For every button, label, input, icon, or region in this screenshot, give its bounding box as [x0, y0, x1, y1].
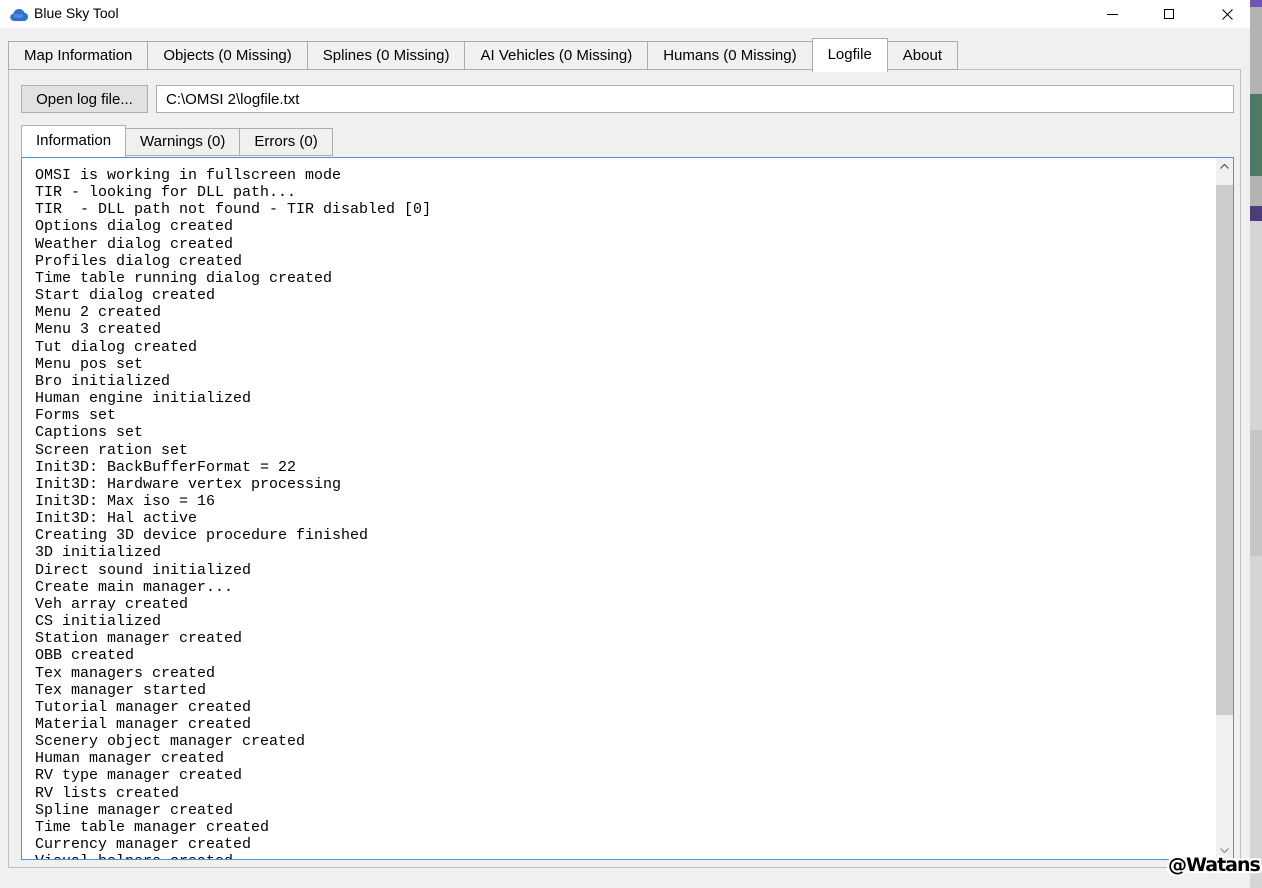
log-line: Screen ration set — [35, 442, 1211, 459]
log-path-input[interactable] — [156, 85, 1234, 113]
log-line: Forms set — [35, 407, 1211, 424]
chevron-down-icon — [1220, 848, 1229, 853]
log-line: Spline manager created — [35, 802, 1211, 819]
maximize-icon — [1164, 9, 1174, 19]
log-line: Init3D: BackBufferFormat = 22 — [35, 459, 1211, 476]
log-line: TIR - looking for DLL path... — [35, 184, 1211, 201]
tab-map-information[interactable]: Map Information — [8, 41, 148, 70]
log-lines: OMSI is working in fullscreen modeTIR - … — [22, 158, 1215, 859]
subtab-warnings[interactable]: Warnings (0) — [125, 128, 240, 156]
close-button[interactable] — [1210, 0, 1244, 28]
log-line: Init3D: Hal active — [35, 510, 1211, 527]
watermark: @Watans — [1168, 854, 1260, 876]
log-line: OMSI is working in fullscreen mode — [35, 167, 1211, 184]
log-line: Menu 3 created — [35, 321, 1211, 338]
log-line: Init3D: Hardware vertex processing — [35, 476, 1211, 493]
log-line: OBB created — [35, 647, 1211, 664]
log-line: Tex manager started — [35, 682, 1211, 699]
edge-gray-2 — [1250, 176, 1262, 206]
log-line: RV type manager created — [35, 767, 1211, 784]
edge-green — [1250, 94, 1262, 176]
tab-splines[interactable]: Splines (0 Missing) — [307, 41, 466, 70]
log-line: Create main manager... — [35, 579, 1211, 596]
log-line: Currency manager created — [35, 836, 1211, 853]
log-line: Profiles dialog created — [35, 253, 1211, 270]
log-line: Tutorial manager created — [35, 699, 1211, 716]
log-line: RV lists created — [35, 785, 1211, 802]
open-log-file-button[interactable]: Open log file... — [21, 85, 148, 113]
log-line: Station manager created — [35, 630, 1211, 647]
log-line: Creating 3D device procedure finished — [35, 527, 1211, 544]
log-line: Veh array created — [35, 596, 1211, 613]
scroll-up-button[interactable] — [1216, 158, 1233, 175]
log-line: Visual helpers created — [35, 853, 1211, 859]
log-line: Menu 2 created — [35, 304, 1211, 321]
log-line: Start dialog created — [35, 287, 1211, 304]
tab-objects[interactable]: Objects (0 Missing) — [147, 41, 307, 70]
title-bar[interactable]: Blue Sky Tool — [0, 0, 1250, 28]
close-icon — [1222, 9, 1233, 20]
log-line: Tut dialog created — [35, 339, 1211, 356]
log-line: Tex managers created — [35, 665, 1211, 682]
maximize-button[interactable] — [1152, 0, 1186, 28]
log-line: Human manager created — [35, 750, 1211, 767]
log-line: 3D initialized — [35, 544, 1211, 561]
log-line: Direct sound initialized — [35, 562, 1211, 579]
log-line: Time table manager created — [35, 819, 1211, 836]
window-title: Blue Sky Tool — [34, 5, 119, 21]
subtab-errors[interactable]: Errors (0) — [239, 128, 332, 156]
log-line: TIR - DLL path not found - TIR disabled … — [35, 201, 1211, 218]
tab-ai-vehicles[interactable]: AI Vehicles (0 Missing) — [464, 41, 648, 70]
log-line: Time table running dialog created — [35, 270, 1211, 287]
log-subtab-bar: Information Warnings (0) Errors (0) — [21, 125, 333, 157]
edge-purple-top — [1250, 0, 1262, 7]
scrollbar-thumb[interactable] — [1216, 185, 1233, 715]
log-line: Bro initialized — [35, 373, 1211, 390]
main-tab-bar: Map Information Objects (0 Missing) Spli… — [8, 38, 958, 72]
logfile-panel: Open log file... Information Warnings (0… — [8, 69, 1241, 868]
app-window: Blue Sky Tool Map Information Objects (0… — [0, 0, 1262, 888]
log-line: Human engine initialized — [35, 390, 1211, 407]
tab-logfile[interactable]: Logfile — [812, 38, 888, 72]
log-line: Menu pos set — [35, 356, 1211, 373]
log-line: CS initialized — [35, 613, 1211, 630]
tab-about[interactable]: About — [887, 41, 958, 70]
log-line: Weather dialog created — [35, 236, 1211, 253]
log-memo[interactable]: OMSI is working in fullscreen modeTIR - … — [21, 157, 1234, 860]
subtab-information[interactable]: Information — [21, 125, 126, 157]
log-scrollbar[interactable] — [1216, 158, 1233, 859]
edge-purple-mid — [1250, 206, 1262, 221]
minimize-button[interactable] — [1095, 0, 1129, 28]
edge-gray-1 — [1250, 7, 1262, 94]
log-line: Options dialog created — [35, 218, 1211, 235]
log-line: Material manager created — [35, 716, 1211, 733]
log-line: Scenery object manager created — [35, 733, 1211, 750]
edge-gray-band — [1250, 430, 1262, 556]
app-cloud-icon — [10, 8, 28, 21]
log-line: Init3D: Max iso = 16 — [35, 493, 1211, 510]
background-edge-strip — [1250, 0, 1262, 888]
tab-humans[interactable]: Humans (0 Missing) — [647, 41, 812, 70]
chevron-up-icon — [1220, 164, 1229, 169]
log-line: Captions set — [35, 424, 1211, 441]
minimize-icon — [1107, 14, 1118, 15]
